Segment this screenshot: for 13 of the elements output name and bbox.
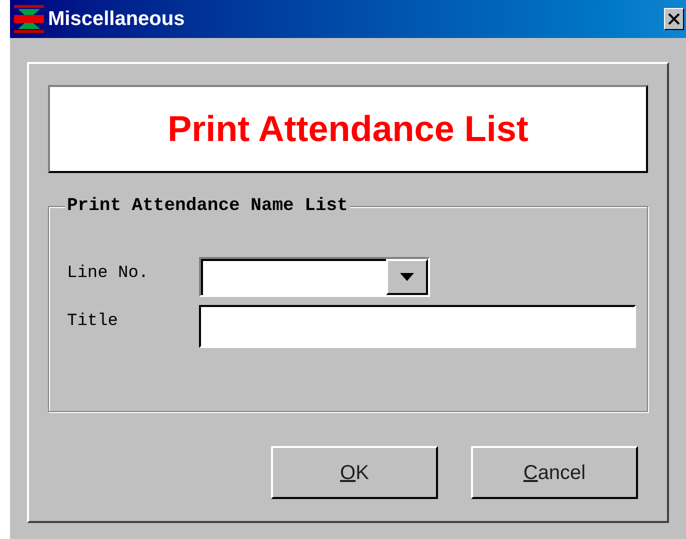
caret-icon — [400, 273, 414, 281]
field-label: Line No. — [67, 263, 150, 285]
close-button[interactable] — [664, 8, 684, 30]
logo-icon — [12, 3, 46, 35]
window-title: Miscellaneous — [48, 7, 185, 32]
dropdown-button[interactable] — [386, 259, 428, 295]
header-title: Print Attendance List — [168, 107, 528, 151]
line-number-dropdown[interactable] — [199, 257, 430, 297]
title-field[interactable] — [199, 305, 636, 348]
ok-button[interactable]: OK — [271, 446, 438, 499]
field-label: Title — [67, 311, 120, 333]
cancel-button[interactable]: Cancel — [471, 446, 638, 499]
close-icon — [668, 13, 680, 25]
